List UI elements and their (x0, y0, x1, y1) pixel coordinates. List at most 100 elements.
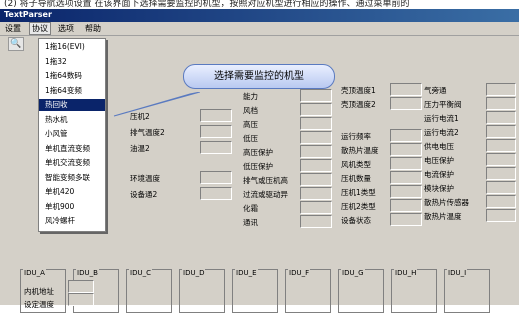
idu-label: IDU_B (76, 269, 99, 277)
field-label: 内机地址 (24, 287, 54, 296)
value-field (300, 201, 332, 214)
field-label: 风档 (243, 106, 258, 115)
field-label: 低压 (243, 134, 258, 143)
value-field (390, 185, 422, 198)
value-field (300, 117, 332, 130)
value-field (200, 125, 232, 138)
field-label: 化霜 (243, 204, 258, 213)
dropdown-item[interactable]: 热水机 (39, 114, 105, 126)
menu-bar: 设置 协议 选项 帮助 (0, 22, 519, 36)
dropdown-item[interactable]: 单机420 (39, 186, 105, 198)
idu-label: IDU_E (235, 269, 258, 277)
idu-label: IDU_I (447, 269, 468, 277)
value-field (300, 215, 332, 228)
dropdown-item[interactable]: 1拖64变频 (39, 85, 105, 97)
value-field (486, 139, 516, 152)
dropdown-item[interactable]: 小风管 (39, 128, 105, 140)
field-label: 散热片温度 (424, 212, 462, 221)
value-field (390, 129, 422, 142)
idu-label: IDU_A (23, 269, 46, 277)
field-label: 电压保护 (424, 156, 454, 165)
value-field (300, 145, 332, 158)
dropdown-item[interactable]: 单机交流变频 (39, 157, 105, 169)
idu-label: IDU_C (129, 269, 152, 277)
field-label: 壳顶温度2 (341, 100, 376, 109)
dropdown-item[interactable]: 智能变频多联 (39, 172, 105, 184)
menu-options[interactable]: 选项 (56, 23, 76, 34)
field-label: 压机1类型 (341, 188, 376, 197)
tooltip-callout: 选择需要监控的机型 (183, 64, 335, 89)
field-label: 能力 (243, 92, 258, 101)
search-icon[interactable]: 🔍 (8, 37, 24, 51)
dropdown-item[interactable]: 热回收 (39, 99, 105, 111)
field-label: 高压保护 (243, 148, 273, 157)
document-fragment: (2) 将子导航选项设置 在该界面下选择需要监控的机型，按照对应机型进行相应的操… (0, 0, 519, 9)
value-field (486, 97, 516, 110)
field-label: 运行电流1 (424, 114, 459, 123)
value-field (68, 280, 94, 293)
value-field (390, 97, 422, 110)
value-field (200, 109, 232, 122)
idu-group: IDU_G (338, 269, 384, 313)
field-label: 过流或驱动异 (243, 190, 288, 199)
field-label: 环境温度 (130, 174, 160, 183)
dropdown-item[interactable]: 单机直流变频 (39, 143, 105, 155)
idu-label: IDU_G (341, 269, 365, 277)
value-field (486, 181, 516, 194)
field-label: 设备状态 (341, 216, 371, 225)
idu-group: IDU_I (444, 269, 490, 313)
value-field (300, 89, 332, 102)
field-label: 设备通2 (130, 190, 158, 199)
value-field (300, 187, 332, 200)
value-field (390, 199, 422, 212)
field-label: 通讯 (243, 218, 258, 227)
field-label: 模块保护 (424, 184, 454, 193)
field-label: 压机数量 (341, 174, 371, 183)
value-field (486, 125, 516, 138)
value-field (300, 103, 332, 116)
app-window: TextParser 设置 协议 选项 帮助 🔍 压机2 排气温度2 油温2 环境温度… (0, 9, 519, 313)
menu-settings[interactable]: 设置 (3, 23, 23, 34)
field-label: 风机类型 (341, 160, 371, 169)
idu-group: IDU_D (179, 269, 225, 313)
field-label: 排气或压机高 (243, 176, 288, 185)
menu-protocol[interactable]: 协议 (29, 22, 51, 35)
idu-label: IDU_F (288, 269, 311, 277)
tooltip-pointer (113, 92, 200, 117)
idu-group: IDU_F (285, 269, 331, 313)
value-field (390, 213, 422, 226)
value-field (68, 293, 94, 306)
value-field (300, 131, 332, 144)
value-field (390, 171, 422, 184)
value-field (390, 83, 422, 96)
value-field (486, 209, 516, 222)
dropdown-item[interactable]: 1拖32 (39, 56, 105, 68)
value-field (486, 111, 516, 124)
field-label: 气旁通 (424, 86, 447, 95)
title-bar: TextParser (0, 9, 519, 22)
dropdown-item[interactable]: 1拖64数码 (39, 70, 105, 82)
menu-help[interactable]: 帮助 (83, 23, 103, 34)
value-field (390, 157, 422, 170)
idu-group: IDU_E (232, 269, 278, 313)
dropdown-item[interactable]: 风冷螺杆 (39, 215, 105, 227)
value-field (390, 143, 422, 156)
field-label: 壳顶温度1 (341, 86, 376, 95)
field-label: 低压保护 (243, 162, 273, 171)
field-label: 高压 (243, 120, 258, 129)
field-label: 油温2 (130, 144, 150, 153)
value-field (200, 171, 232, 184)
value-field (486, 195, 516, 208)
value-field (300, 173, 332, 186)
dropdown-item[interactable]: 单机900 (39, 201, 105, 213)
field-label: 压机2类型 (341, 202, 376, 211)
dropdown-item[interactable]: 1拖16(EVI) (39, 41, 105, 53)
field-label: 电流保护 (424, 170, 454, 179)
field-label: 排气温度2 (130, 128, 165, 137)
field-label: 散热片传感器 (424, 198, 469, 207)
protocol-dropdown: 1拖16(EVI) 1拖32 1拖64数码 1拖64变频 热回收热水机小风管单机直流变频… (38, 38, 106, 232)
value-field (486, 153, 516, 166)
value-field (300, 159, 332, 172)
field-label: 运行电流2 (424, 128, 459, 137)
field-label: 压力平衡阀 (424, 100, 462, 109)
